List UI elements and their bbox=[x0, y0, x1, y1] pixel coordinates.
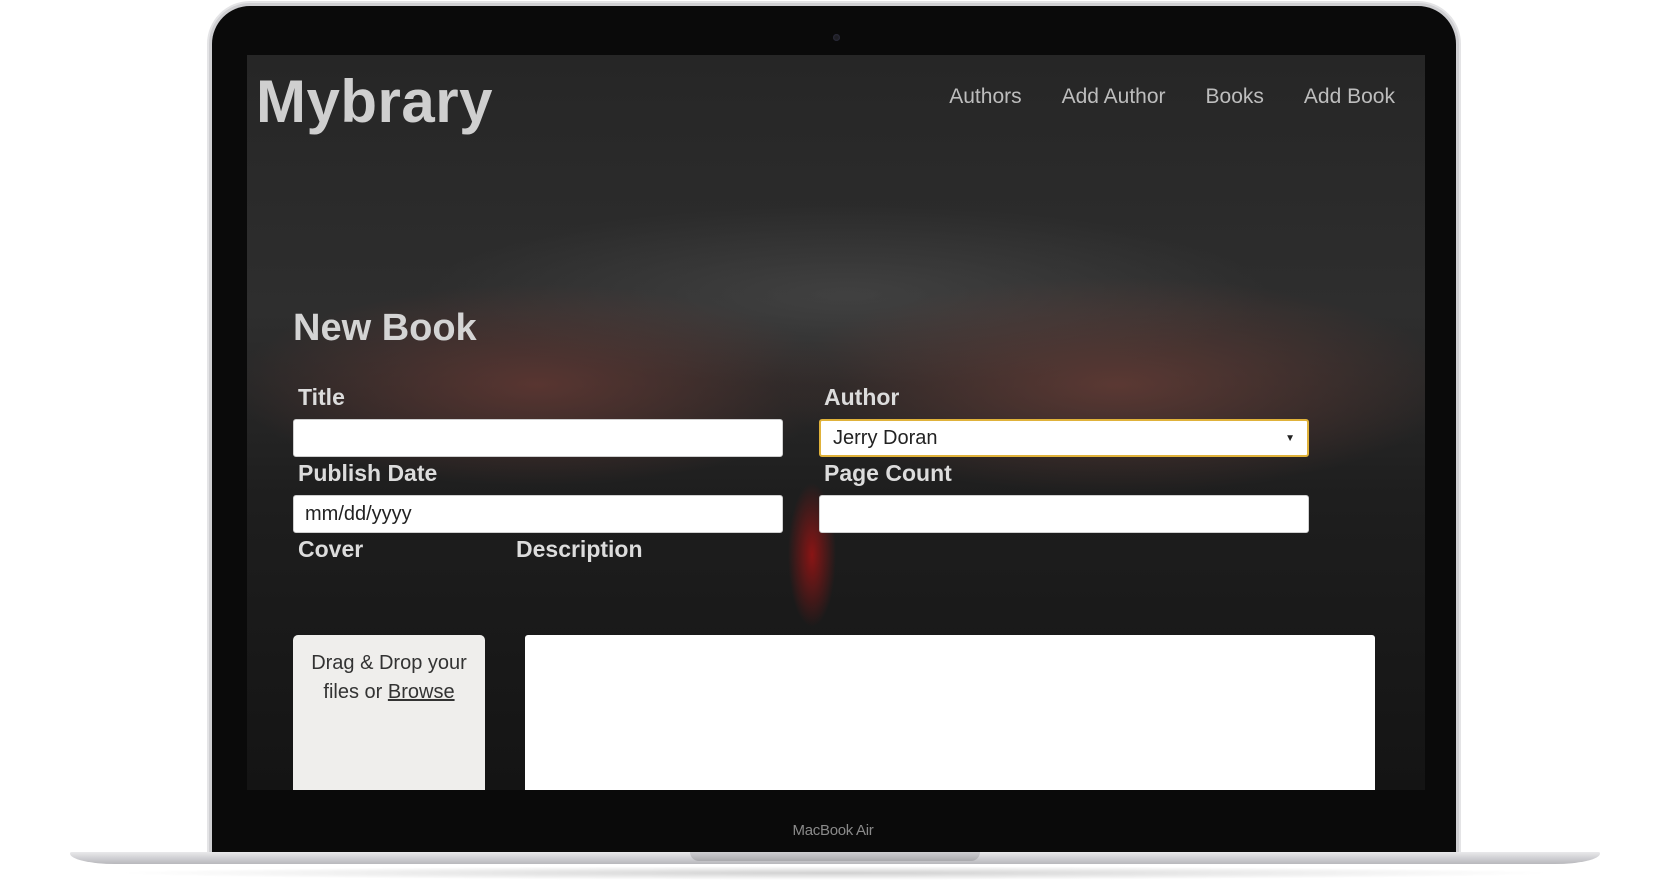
nav-authors[interactable]: Authors bbox=[949, 85, 1021, 109]
page-count-label: Page Count bbox=[824, 460, 952, 486]
camera-dot bbox=[833, 34, 840, 41]
cover-dropzone[interactable]: Drag & Drop your files or Browse bbox=[293, 635, 485, 790]
publish-date-placeholder: mm/dd/yyyy bbox=[305, 502, 412, 525]
page-count-input[interactable] bbox=[819, 495, 1309, 533]
author-select[interactable]: Jerry Doran ▼ bbox=[819, 419, 1309, 457]
laptop-base-notch bbox=[690, 852, 980, 861]
page-title: New Book bbox=[293, 307, 477, 349]
description-label: Description bbox=[516, 536, 643, 562]
cover-label: Cover bbox=[298, 536, 364, 562]
author-select-value: Jerry Doran bbox=[833, 426, 938, 449]
app-screen: Mybrary Authors Add Author Books Add Boo… bbox=[247, 55, 1425, 790]
nav-books[interactable]: Books bbox=[1206, 85, 1264, 109]
title-label: Title bbox=[298, 384, 345, 410]
description-textarea[interactable] bbox=[525, 635, 1375, 790]
nav-add-book[interactable]: Add Book bbox=[1304, 85, 1395, 109]
publish-date-input[interactable]: mm/dd/yyyy bbox=[293, 495, 783, 533]
dropdown-arrow-icon: ▼ bbox=[1285, 432, 1295, 444]
publish-date-label: Publish Date bbox=[298, 460, 438, 486]
main-nav: Authors Add Author Books Add Book bbox=[949, 85, 1395, 109]
device-label: MacBook Air bbox=[792, 822, 874, 839]
browse-link[interactable]: Browse bbox=[388, 681, 455, 703]
title-input[interactable] bbox=[293, 419, 783, 457]
laptop-shadow bbox=[110, 866, 1560, 880]
author-label: Author bbox=[824, 384, 900, 410]
nav-add-author[interactable]: Add Author bbox=[1062, 85, 1166, 109]
app-logo[interactable]: Mybrary bbox=[256, 67, 493, 136]
